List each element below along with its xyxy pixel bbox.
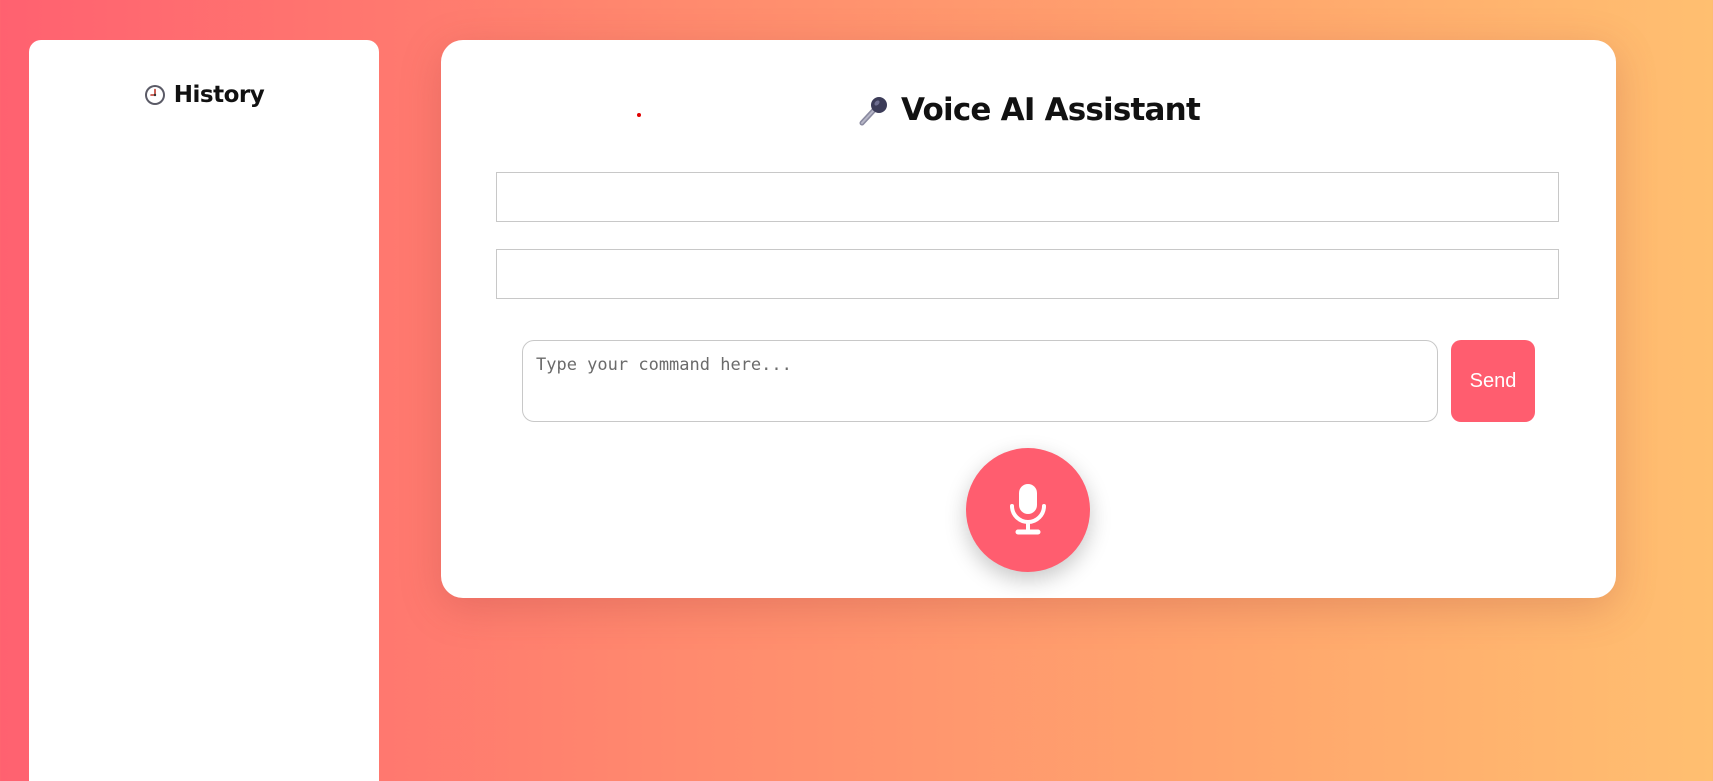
microphone-icon — [1006, 482, 1050, 539]
microphone-button[interactable] — [966, 448, 1090, 572]
history-header: History — [29, 82, 379, 108]
assistant-card: Voice AI Assistant Send — [441, 40, 1616, 598]
page-title: Voice AI Assistant — [901, 92, 1201, 128]
send-button[interactable]: Send — [1451, 340, 1535, 422]
microphone-emoji-icon — [857, 93, 891, 127]
history-title: History — [173, 82, 265, 108]
clock-icon — [144, 84, 166, 106]
card-header: Voice AI Assistant — [441, 92, 1616, 128]
command-input[interactable] — [522, 340, 1438, 422]
output-box-2 — [496, 249, 1559, 299]
history-sidebar: History — [29, 40, 379, 781]
output-box-1 — [496, 172, 1559, 222]
